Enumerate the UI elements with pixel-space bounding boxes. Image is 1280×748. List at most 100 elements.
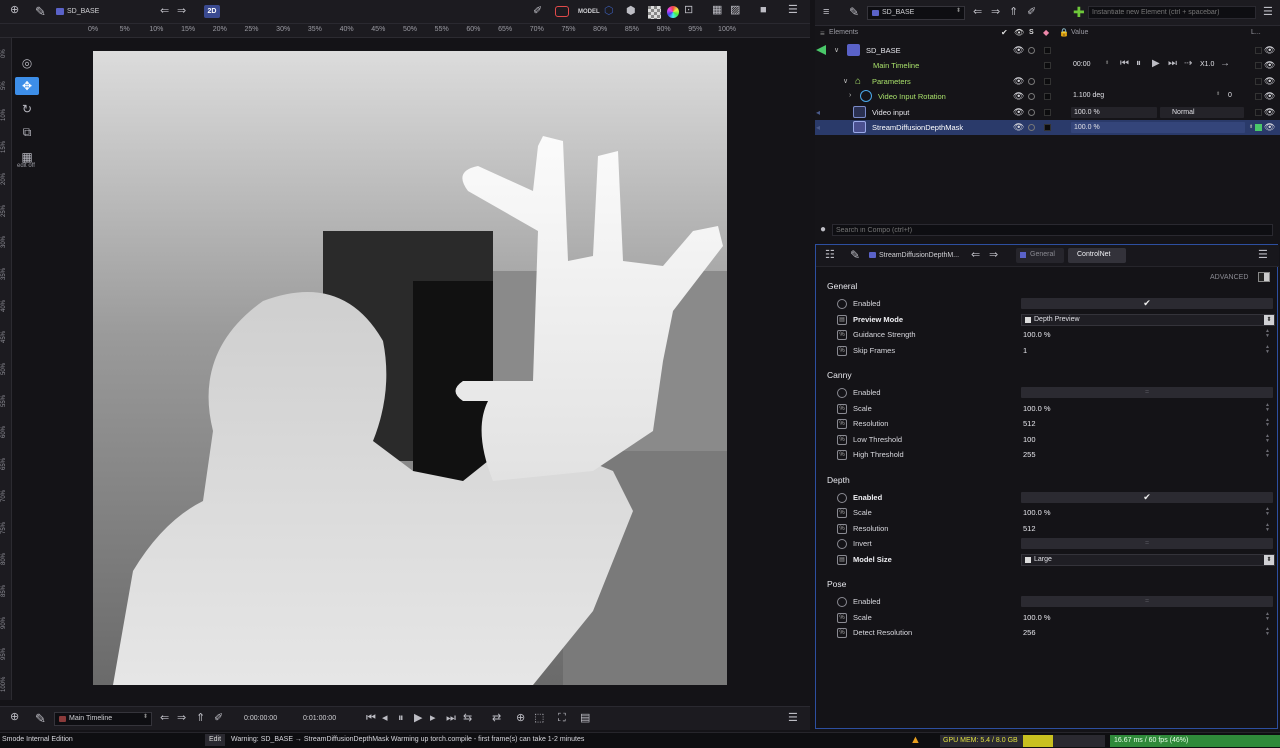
outliner-up-icon[interactable]: ⇑	[1009, 7, 1018, 18]
color-swatch[interactable]	[1044, 78, 1051, 85]
param-toggle[interactable]: ✔	[1021, 298, 1273, 309]
param-value[interactable]: 256	[1023, 628, 1036, 637]
blend-mode-select[interactable]: Normal	[1160, 107, 1244, 118]
param-value[interactable]: 512	[1023, 419, 1036, 428]
color-swatch[interactable]	[1044, 47, 1051, 54]
outliner-row-main-timeline[interactable]: Main Timeline 00:00 ⬍ ⏮ ⏸ ▶ ⏭ ⇢ X1.0 → 👁	[815, 58, 1280, 73]
timeline-edit-icon[interactable]: ✐	[214, 713, 223, 724]
solo-icon[interactable]	[1028, 78, 1035, 85]
rotation-value[interactable]: 1.100 deg	[1073, 92, 1104, 99]
solo-icon[interactable]	[1028, 47, 1035, 54]
row-go-end-icon[interactable]: ⏭	[1168, 59, 1177, 69]
visibility-icon[interactable]: 👁	[1013, 107, 1024, 117]
outliner-comp-select[interactable]: SD_BASE ⬍	[867, 6, 965, 20]
timeline-back-icon[interactable]: ⇐	[160, 713, 169, 724]
outliner-row-streamdiffusion-depthmask[interactable]: ◂ StreamDiffusionDepthMask 👁 100.0 % ⬍ 👁	[815, 120, 1280, 135]
step-forward-icon[interactable]: ▸	[430, 713, 436, 724]
rotation-extra[interactable]: 0	[1228, 92, 1232, 99]
row-pause-icon[interactable]: ⏸	[1136, 59, 1141, 69]
rotate-tool-button[interactable]: ↻	[15, 100, 39, 118]
outliner-row-sd-base[interactable]: ∨ SD_BASE 👁 👁	[815, 43, 1280, 58]
viewer-menu-button-icon[interactable]: ☰	[788, 5, 798, 16]
model-button[interactable]: MODEL	[578, 9, 600, 15]
param-spinner-icon[interactable]: ▲ ▼	[1265, 433, 1270, 444]
elements-collapse-icon[interactable]: ≡	[820, 29, 825, 38]
param-spinner-icon[interactable]: ▲ ▼	[1265, 522, 1270, 533]
image-icon[interactable]: ▨	[730, 5, 740, 16]
select-tool-button[interactable]: ◎	[15, 54, 39, 72]
select-chevron-icon[interactable]: ⬍	[1264, 554, 1274, 565]
sync-icon[interactable]: ⇄	[492, 713, 501, 724]
timeline-forward-icon[interactable]: ⇒	[177, 713, 186, 724]
outliner-back-icon[interactable]: ⇐	[973, 7, 982, 18]
pin-icon[interactable]: ✎	[35, 5, 46, 18]
outliner-more-icon[interactable]: ☰	[1263, 7, 1273, 18]
param-select[interactable]: Depth Preview ⬍	[1021, 313, 1275, 326]
param-value[interactable]: 100.0 %	[1023, 330, 1051, 339]
row-play-icon[interactable]: ▶	[1152, 59, 1160, 69]
param-value[interactable]: 1	[1023, 346, 1027, 355]
search-compo-input[interactable]	[832, 224, 1273, 236]
param-toggle[interactable]: =	[1021, 596, 1273, 607]
param-spinner-icon[interactable]: ▲ ▼	[1265, 611, 1270, 622]
param-value[interactable]: 100	[1023, 435, 1036, 444]
solo-icon[interactable]	[1028, 109, 1035, 116]
row-checkbox[interactable]	[1255, 109, 1262, 116]
fit-icon[interactable]: ⬚	[534, 713, 544, 724]
move-tool-button[interactable]: ✥	[15, 77, 39, 95]
param-value[interactable]: 255	[1023, 450, 1036, 459]
rotation-spinner-icon[interactable]: ⬍	[1216, 91, 1220, 97]
color-swatch[interactable]	[1044, 109, 1051, 116]
param-select[interactable]: Large ⬍	[1021, 553, 1275, 566]
mode-2d-button[interactable]: 2D	[204, 5, 220, 18]
row-eye-icon[interactable]: 👁	[1264, 45, 1275, 55]
color-swatch[interactable]	[1044, 62, 1051, 69]
comp-name[interactable]: SD_BASE	[67, 8, 99, 15]
color-swatch[interactable]	[1044, 93, 1051, 100]
camera-icon[interactable]: ■	[760, 5, 767, 16]
timeline-pin-icon[interactable]: ✎	[35, 712, 46, 725]
pause-icon[interactable]: ⏸	[398, 713, 404, 724]
time-end[interactable]: 0:01:00:00	[303, 715, 336, 722]
param-toggle[interactable]: =	[1021, 538, 1273, 549]
param-spinner-icon[interactable]: ▲ ▼	[1265, 329, 1270, 339]
row-checkbox[interactable]	[1255, 62, 1262, 69]
row-eye-icon[interactable]: 👁	[1264, 107, 1275, 117]
fullscreen-icon[interactable]: ⛶	[558, 713, 566, 724]
param-spinner-icon[interactable]: ▲ ▼	[1265, 507, 1270, 517]
visibility-icon[interactable]: 👁	[1013, 45, 1024, 55]
visibility-icon[interactable]: 👁	[1013, 76, 1024, 86]
cube-icon[interactable]: ⬢	[626, 6, 636, 17]
play-icon[interactable]: ▶	[414, 713, 422, 724]
select-chevron-icon[interactable]: ⬍	[1264, 314, 1274, 325]
row-eye-icon[interactable]: 👁	[1264, 60, 1275, 70]
solo-icon[interactable]	[1028, 124, 1035, 131]
zoom-icon[interactable]: ⊕	[516, 713, 525, 724]
checker-icon[interactable]	[648, 6, 661, 19]
outliner-forward-icon[interactable]: ⇒	[991, 7, 1000, 18]
row-loop-icon[interactable]: ⇢	[1184, 59, 1192, 69]
row-checkbox-active[interactable]	[1255, 124, 1262, 131]
expand-icon[interactable]: ›	[849, 92, 851, 99]
param-spinner-icon[interactable]: ▲ ▼	[1265, 418, 1270, 428]
param-spinner-icon[interactable]: ▲ ▼	[1265, 449, 1270, 459]
edit-mode-badge[interactable]: Edit	[205, 734, 225, 746]
magnet-icon[interactable]	[555, 6, 569, 17]
param-toggle[interactable]: ✔	[1021, 491, 1273, 503]
back-arrow-icon[interactable]: ⇐	[160, 6, 169, 17]
outliner-row-parameters[interactable]: ∨ ⌂ Parameters 👁 👁	[815, 74, 1280, 89]
timeline-time[interactable]: 00:00	[1073, 61, 1091, 68]
depthmask-opacity[interactable]: 100.0 %	[1071, 122, 1245, 133]
param-value[interactable]: 100.0 %	[1023, 613, 1051, 622]
grid-view-icon[interactable]: ▦	[712, 5, 722, 16]
forward-arrow-icon[interactable]: ⇒	[177, 6, 186, 17]
instantiate-input[interactable]	[1088, 6, 1256, 19]
solo-icon[interactable]	[1028, 93, 1035, 100]
time-current[interactable]: 0:00:00:00	[244, 715, 277, 722]
row-go-start-icon[interactable]: ⏮	[1120, 59, 1129, 69]
zoom-frame-icon[interactable]: ⊡	[684, 5, 693, 16]
param-toggle[interactable]: =	[1021, 387, 1273, 398]
visibility-icon[interactable]: 👁	[1013, 91, 1024, 101]
up-arrow-icon[interactable]: ⇑	[196, 713, 205, 724]
param-value[interactable]: 512	[1023, 524, 1036, 533]
